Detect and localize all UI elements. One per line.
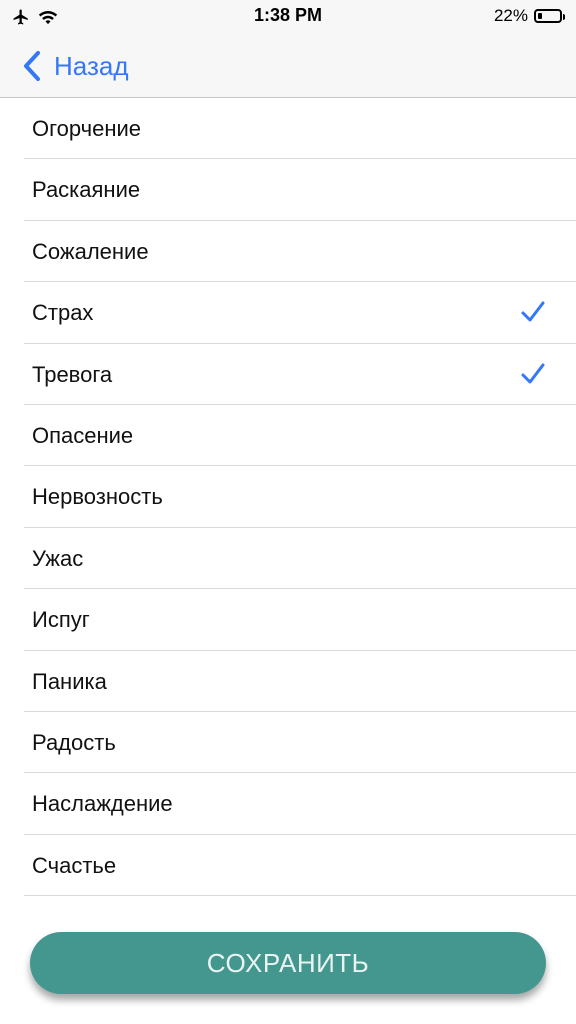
list-item-label: Наслаждение	[32, 791, 173, 817]
list-item-label: Нервозность	[32, 484, 163, 510]
status-right: 22%	[493, 6, 565, 26]
battery-level	[538, 13, 542, 19]
emotion-list: Огорчение Раскаяние Сожаление Страх Тревога О…	[0, 98, 576, 897]
status-bar: 1:38 PM 22%	[0, 0, 576, 34]
list-item-label: Страх	[32, 300, 94, 326]
list-item-label: Испуг	[32, 607, 90, 633]
list-item[interactable]: Наслаждение	[24, 773, 576, 835]
checkmark-icon	[521, 301, 545, 322]
list-item-label: Паника	[32, 668, 107, 694]
list-item-label: Ужас	[32, 545, 84, 571]
list-item-label: Радость	[32, 729, 116, 755]
list-item[interactable]: Паника	[24, 651, 576, 712]
checkmark-icon	[521, 363, 545, 384]
battery-percent: 22%	[493, 6, 528, 25]
list-item[interactable]: Ужас	[24, 528, 576, 590]
back-label: Назад	[54, 50, 129, 81]
list-item[interactable]: Огорчение	[24, 98, 576, 160]
battery-icon	[534, 9, 565, 23]
list-item[interactable]: Раскаяние	[24, 159, 576, 221]
navigation-bar: Назад	[0, 34, 576, 98]
list-item-label: Сожаление	[32, 238, 149, 264]
chevron-left-icon	[24, 51, 40, 81]
list-item[interactable]: Сожаление	[24, 221, 576, 283]
list-item-label: Огорчение	[32, 116, 142, 141]
list-item[interactable]: Счастье	[24, 835, 576, 897]
status-time: 1:38 PM	[253, 5, 323, 25]
back-button[interactable]: Назад	[22, 46, 129, 86]
list-item[interactable]: Опасение	[24, 405, 576, 467]
list-item-label: Тревога	[32, 361, 113, 387]
list-item-label: Опасение	[32, 422, 134, 448]
save-button[interactable]: СОХРАНИТЬ	[30, 932, 546, 994]
list-item[interactable]: Испуг	[24, 589, 576, 651]
list-item-label: Раскаяние	[32, 177, 141, 203]
list-item[interactable]: Нервозность	[24, 466, 576, 528]
list-item[interactable]: Тревога	[24, 344, 576, 405]
list-item[interactable]: Страх	[24, 282, 576, 344]
list-item[interactable]: Радость	[24, 712, 576, 774]
list-item-label: Счастье	[32, 852, 117, 878]
